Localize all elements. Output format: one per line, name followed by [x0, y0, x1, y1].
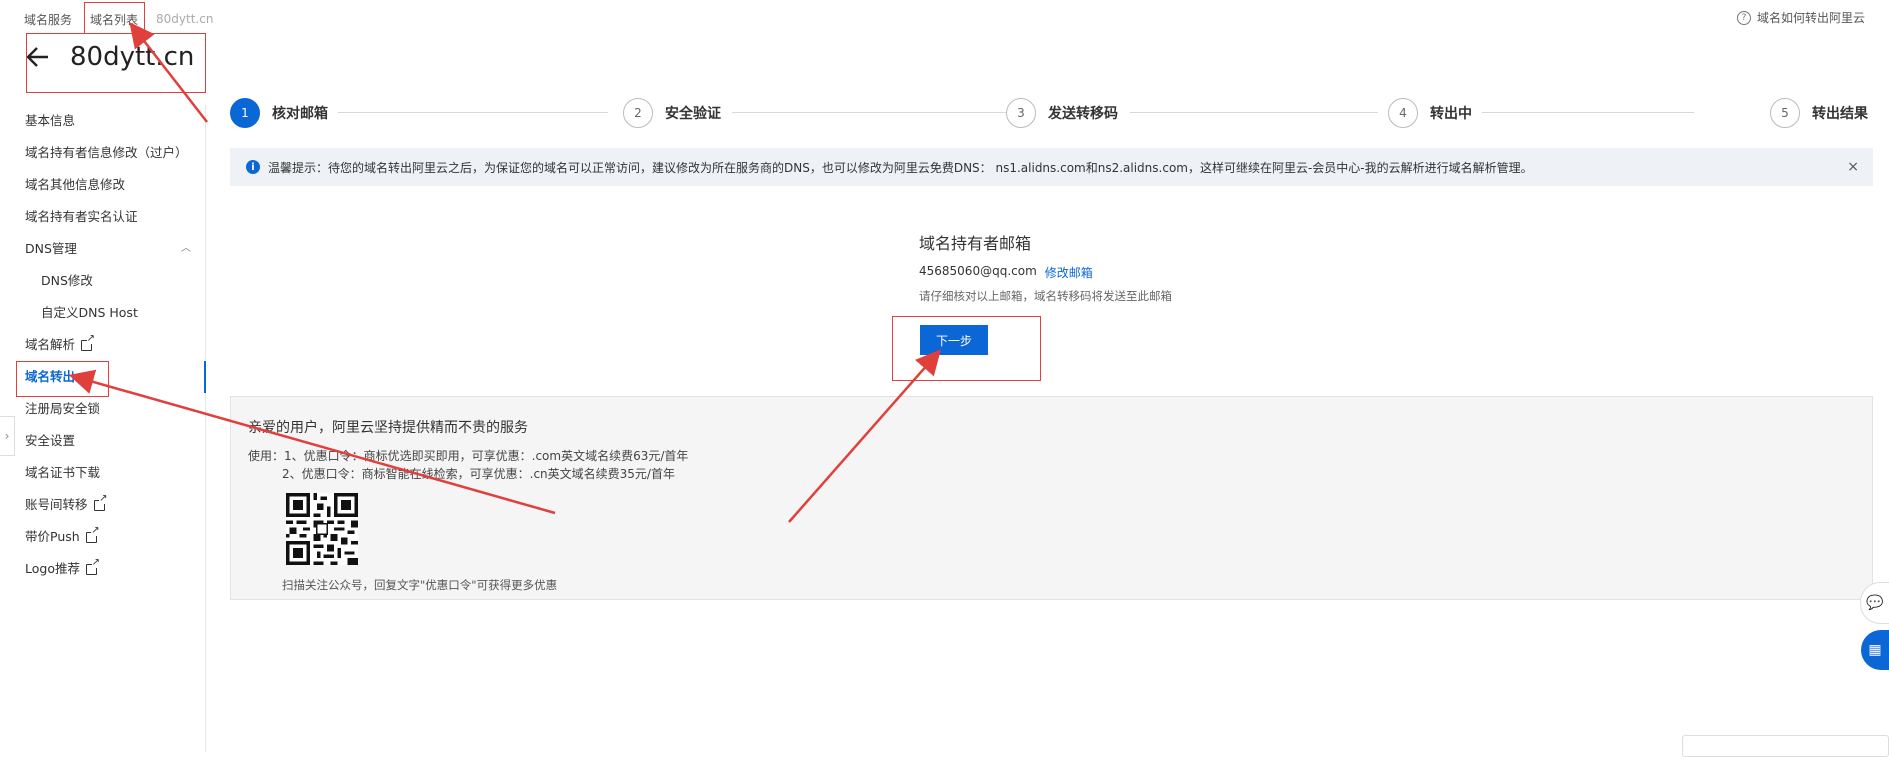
sidebar: 基本信息 域名持有者信息修改（过户） 域名其他信息修改 域名持有者实名认证 DN… — [0, 105, 206, 752]
step-label: 发送转移码 — [1048, 106, 1118, 122]
promo-title: 亲爱的用户，阿里云坚持提供精而不贵的服务 — [248, 420, 528, 436]
sidebar-item-custom-dns-host[interactable]: 自定义DNS Host — [0, 297, 205, 329]
step-transfer-result: 5 转出结果 — [1770, 98, 1868, 128]
step-connector — [732, 112, 1008, 113]
promo-line: 2、优惠口令：商标智能在线检索，可享优惠：.cn英文域名续费35元/首年 — [282, 467, 675, 481]
step-number: 5 — [1770, 98, 1800, 128]
promo-line: 使用：1、优惠口令：商标优选即买即用，可享优惠：.com英文域名续费63元/首年 — [248, 449, 689, 463]
step-connector — [1482, 112, 1694, 113]
qr-code-image — [286, 493, 358, 565]
sidebar-item-dns-resolve[interactable]: 域名解析 — [0, 329, 205, 361]
external-link-icon — [85, 525, 100, 543]
sidebar-item-basic-info[interactable]: 基本信息 — [0, 105, 205, 137]
step-label: 转出结果 — [1812, 106, 1868, 122]
breadcrumb-domain-service[interactable]: 域名服务 — [24, 11, 72, 28]
sidebar-item-real-name[interactable]: 域名持有者实名认证 — [0, 201, 205, 233]
notice-banner: i 温馨提示：待您的域名转出阿里云之后，为保证您的域名可以正常访问，建议修改为所… — [230, 148, 1873, 186]
step-verify-email: 1 核对邮箱 — [230, 98, 328, 128]
sidebar-item-certificate-download[interactable]: 域名证书下载 — [0, 457, 205, 489]
sidebar-item-security-settings[interactable]: 安全设置 — [0, 425, 205, 457]
qr-caption: 扫描关注公众号，回复文字"优惠口令"可获得更多优惠 — [282, 578, 558, 592]
sidebar-collapse-handle[interactable]: › — [0, 416, 15, 456]
step-send-code: 3 发送转移码 — [1006, 98, 1118, 128]
breadcrumb-current-domain: 80dytt.cn — [156, 12, 214, 26]
main-content: 1 核对邮箱 2 安全验证 3 发送转移码 4 转出中 5 转出结果 i 温馨提… — [230, 98, 1873, 600]
chevron-right-icon: › — [4, 429, 10, 443]
sidebar-item-logo-recommend[interactable]: Logo推荐 — [0, 553, 205, 585]
sidebar-item-dns-management[interactable]: DNS管理 ︿ — [0, 233, 205, 265]
step-security-verify: 2 安全验证 — [623, 98, 721, 128]
close-icon[interactable]: × — [1847, 159, 1859, 175]
email-section: 域名持有者邮箱 45685060@qq.com 修改邮箱 请仔细核对以上邮箱，域… — [919, 230, 1279, 304]
external-link-icon — [93, 493, 108, 511]
annotation-box-next-button — [892, 316, 1041, 381]
step-label: 核对邮箱 — [272, 106, 328, 122]
steps-bar: 1 核对邮箱 2 安全验证 3 发送转移码 4 转出中 5 转出结果 — [230, 98, 1873, 134]
step-number: 3 — [1006, 98, 1036, 128]
sidebar-item-dns-modify[interactable]: DNS修改 — [0, 265, 205, 297]
grid-icon: ▦ — [1868, 642, 1882, 658]
sidebar-item-owner-change[interactable]: 域名持有者信息修改（过户） — [0, 137, 205, 169]
apps-grid-button[interactable]: ▦ — [1861, 630, 1889, 670]
chevron-up-icon: ︿ — [181, 243, 191, 254]
modify-email-link[interactable]: 修改邮箱 — [1045, 264, 1093, 281]
annotation-box-transfer-out — [16, 361, 109, 397]
external-link-icon — [81, 333, 96, 351]
step-number: 1 — [230, 98, 260, 128]
annotation-box-domain-list — [84, 2, 145, 34]
notice-text: 温馨提示：待您的域名转出阿里云之后，为保证您的域名可以正常访问，建议修改为所在服… — [268, 160, 1533, 175]
annotation-box-domain-title — [26, 33, 206, 93]
step-label: 转出中 — [1430, 106, 1472, 122]
step-label: 安全验证 — [665, 106, 721, 122]
help-link-label: 域名如何转出阿里云 — [1756, 11, 1865, 25]
feedback-chat-button[interactable]: 💬 — [1860, 582, 1889, 624]
sidebar-item-other-info[interactable]: 域名其他信息修改 — [0, 169, 205, 201]
corner-popup-card — [1682, 735, 1889, 757]
email-hint: 请仔细核对以上邮箱，域名转移码将发送至此邮箱 — [919, 289, 1172, 303]
info-icon: i — [246, 160, 260, 174]
step-number: 2 — [623, 98, 653, 128]
sidebar-item-account-transfer[interactable]: 账号间转移 — [0, 489, 205, 521]
transfer-help-link[interactable]: ? 域名如何转出阿里云 — [1736, 9, 1865, 26]
step-transferring: 4 转出中 — [1388, 98, 1472, 128]
owner-email: 45685060@qq.com — [919, 264, 1037, 278]
sidebar-item-price-push[interactable]: 带价Push — [0, 521, 205, 553]
sidebar-item-registry-lock[interactable]: 注册局安全锁 — [0, 393, 205, 425]
email-section-title: 域名持有者邮箱 — [919, 234, 1032, 253]
promo-panel: 亲爱的用户，阿里云坚持提供精而不贵的服务 使用：1、优惠口令：商标优选即买即用，… — [230, 396, 1873, 600]
step-number: 4 — [1388, 98, 1418, 128]
step-connector — [1130, 112, 1378, 113]
external-link-icon — [85, 557, 100, 575]
question-icon: ? — [1736, 10, 1751, 25]
step-connector — [338, 112, 608, 113]
chat-icon: 💬 — [1866, 595, 1884, 611]
